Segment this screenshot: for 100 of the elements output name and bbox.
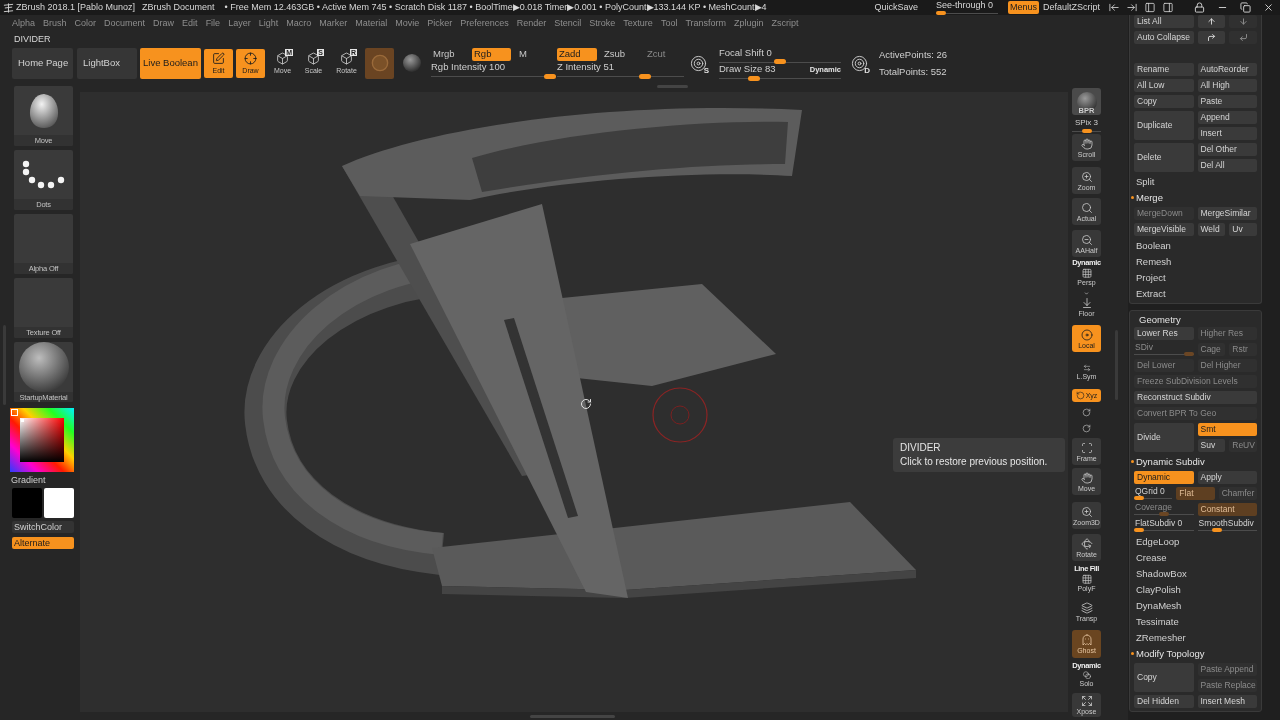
- slider-thumb[interactable]: [935, 10, 946, 15]
- slider-thumb[interactable]: [774, 59, 786, 64]
- menu-item[interactable]: Stroke: [589, 19, 616, 28]
- menu-item[interactable]: Tool: [660, 19, 678, 28]
- menu-item[interactable]: Color: [74, 19, 97, 28]
- subpalette-header[interactable]: ShadowBox: [1130, 567, 1187, 580]
- color-mode-button[interactable]: Mrgb: [431, 47, 472, 61]
- palette-button[interactable]: Smt: [1197, 423, 1257, 436]
- subpalette-header[interactable]: Dynamic Subdiv: [1130, 455, 1205, 468]
- slider-thumb[interactable]: [1081, 129, 1092, 133]
- arrow-button[interactable]: [1197, 15, 1226, 28]
- color-swatch[interactable]: [12, 488, 42, 518]
- live-boolean-button[interactable]: Live Boolean: [140, 47, 201, 79]
- menu-item[interactable]: Brush: [43, 19, 67, 28]
- palette-button[interactable]: Weld: [1197, 223, 1226, 236]
- lock-icon[interactable]: [1194, 2, 1205, 13]
- palette-button[interactable]: MergeSimilar: [1197, 207, 1257, 220]
- slider-track[interactable]: [1134, 528, 1194, 532]
- palette-button[interactable]: Suv: [1197, 439, 1226, 452]
- menu-item[interactable]: Edit: [182, 19, 198, 28]
- alternate-button[interactable]: Alternate: [12, 537, 74, 549]
- menu-item[interactable]: Material: [355, 19, 388, 28]
- palette-button[interactable]: List All: [1134, 15, 1194, 28]
- subpalette-header[interactable]: Merge: [1130, 191, 1163, 204]
- points-button[interactable]: D: [849, 51, 870, 75]
- z-mode-button[interactable]: Zadd: [557, 47, 597, 61]
- menus-button[interactable]: Menus: [1007, 1, 1039, 14]
- palette-button[interactable]: Append: [1197, 111, 1257, 124]
- menu-item[interactable]: Picker: [427, 19, 453, 28]
- material-button[interactable]: [365, 47, 394, 79]
- menu-item[interactable]: Macro: [286, 19, 312, 28]
- subpalette-header[interactable]: Split: [1130, 175, 1155, 188]
- menu-item[interactable]: Document: [104, 19, 146, 28]
- palette-button[interactable]: Copy: [1134, 663, 1194, 692]
- slider-thumb[interactable]: [747, 75, 760, 81]
- subpalette-header[interactable]: Remesh: [1130, 255, 1172, 268]
- menu-item[interactable]: Zplugin: [734, 19, 764, 28]
- slider-track[interactable]: [431, 73, 556, 79]
- palette-button[interactable]: All High: [1197, 79, 1257, 92]
- palette-button[interactable]: All Low: [1134, 79, 1194, 92]
- color-picker[interactable]: [10, 408, 74, 472]
- palette-button[interactable]: Insert: [1197, 127, 1257, 140]
- menu-item[interactable]: Layer: [228, 19, 251, 28]
- palette-button[interactable]: AutoReorder: [1197, 63, 1257, 76]
- subpalette-header[interactable]: Tessimate: [1130, 615, 1179, 628]
- menu-item[interactable]: Texture: [623, 19, 653, 28]
- slider-track[interactable]: [1134, 512, 1194, 516]
- arrow-right-to-line-icon[interactable]: [1126, 2, 1138, 13]
- subpalette-header[interactable]: Modify Topology: [1130, 647, 1205, 660]
- color-mode-button[interactable]: M: [517, 47, 529, 61]
- slider-track[interactable]: [1134, 352, 1194, 356]
- menu-item[interactable]: Alpha: [12, 19, 36, 28]
- switch-color-button[interactable]: SwitchColor: [12, 521, 74, 533]
- palette-button[interactable]: MergeVisible: [1134, 223, 1194, 236]
- palette-button[interactable]: Dynamic: [1134, 471, 1194, 484]
- palette-button[interactable]: Del All: [1197, 159, 1257, 172]
- slider-track[interactable]: [1134, 496, 1173, 500]
- slider-thumb[interactable]: [1134, 496, 1144, 500]
- menu-item[interactable]: Movie: [395, 19, 420, 28]
- nav-button[interactable]: LightBox: [77, 47, 137, 79]
- panel-right-icon[interactable]: [1162, 2, 1174, 13]
- menu-item[interactable]: Draw: [153, 19, 175, 28]
- palette-button[interactable]: Copy: [1134, 95, 1194, 108]
- slider-thumb[interactable]: [1134, 528, 1144, 532]
- subpalette-header[interactable]: Project: [1130, 271, 1166, 284]
- slider-thumb[interactable]: [544, 73, 556, 79]
- palette-button[interactable]: Reconstruct Subdiv: [1134, 391, 1257, 404]
- panel-left-icon[interactable]: [1144, 2, 1156, 13]
- menu-item[interactable]: Zscript: [771, 19, 799, 28]
- menu-item[interactable]: Preferences: [460, 19, 509, 28]
- palette-button[interactable]: Duplicate: [1134, 111, 1194, 140]
- slider-track[interactable]: [1197, 528, 1257, 532]
- subpalette-header[interactable]: Crease: [1130, 551, 1167, 564]
- slider-thumb[interactable]: [638, 73, 651, 79]
- palette-button[interactable]: Auto Collapse: [1134, 31, 1194, 44]
- subpalette-header[interactable]: ZRemesher: [1130, 631, 1186, 644]
- color-mode-button[interactable]: Rgb: [472, 47, 511, 61]
- menu-item[interactable]: File: [205, 19, 221, 28]
- palette-button[interactable]: Uv: [1229, 223, 1257, 236]
- palette-button[interactable]: Paste: [1197, 95, 1257, 108]
- arrow-left-to-line-icon[interactable]: [1108, 2, 1120, 13]
- menu-item[interactable]: Light: [258, 19, 279, 28]
- palette-button[interactable]: Del Other: [1197, 143, 1257, 156]
- subpalette-header[interactable]: ClayPolish: [1130, 583, 1181, 596]
- palette-button[interactable]: Delete: [1134, 143, 1194, 172]
- nav-button[interactable]: Home Page: [12, 47, 73, 79]
- menu-item[interactable]: Transform: [685, 19, 727, 28]
- palette-button[interactable]: Del Hidden: [1134, 695, 1194, 708]
- palette-button[interactable]: Lower Res: [1134, 327, 1194, 340]
- palette-button[interactable]: Divide: [1134, 423, 1194, 452]
- focal-button[interactable]: S: [688, 51, 709, 75]
- slider-track[interactable]: [935, 10, 998, 15]
- subpalette-header[interactable]: Extract: [1130, 287, 1166, 300]
- palette-button[interactable]: Insert Mesh: [1197, 695, 1257, 708]
- subpalette-header[interactable]: EdgeLoop: [1130, 535, 1180, 548]
- menu-item[interactable]: Marker: [319, 19, 348, 28]
- color-swatch[interactable]: [44, 488, 74, 518]
- section-title[interactable]: Geometry: [1134, 311, 1257, 324]
- close-icon[interactable]: [1263, 2, 1274, 13]
- menu-item[interactable]: Render: [516, 19, 547, 28]
